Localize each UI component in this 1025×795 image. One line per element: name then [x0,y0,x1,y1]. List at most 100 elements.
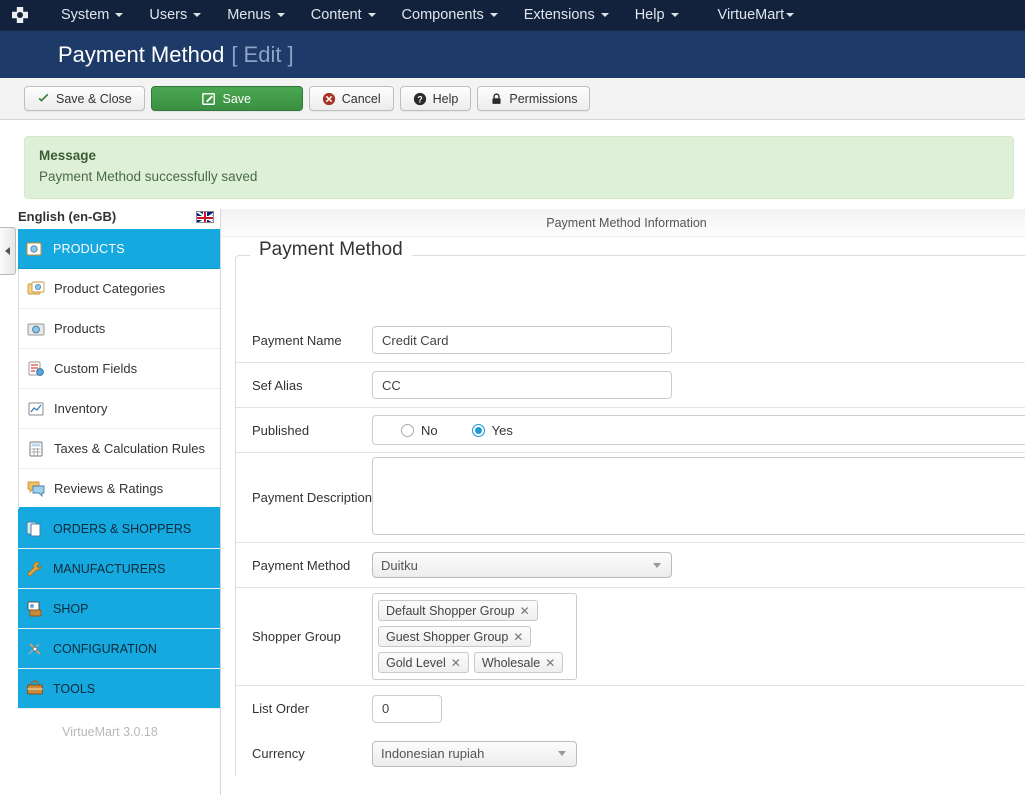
payment-method-select[interactable]: Duitku [372,552,672,578]
sidebar-item-taxes-calculation-rules[interactable]: Taxes & Calculation Rules [19,429,220,469]
nav-item-virtuemart[interactable]: VirtueMart [705,0,808,30]
alert-title: Message [39,148,97,163]
sidebar-item-custom-fields[interactable]: Custom Fields [19,349,220,389]
form-row-sef-alias: Sef Alias [236,363,1025,408]
sef-alias-label: Sef Alias [252,377,303,393]
nav-item-help[interactable]: Help [622,0,692,30]
sidebar-item-label: SHOP [53,601,89,616]
sidebar: English (en-GB) PRODUCTS Product Categor… [0,209,220,795]
nav-label: Help [634,7,665,23]
published-yes-label: Yes [491,422,513,438]
sidebar-item-shop[interactable]: SHOP [18,589,220,629]
shopper-group-tag[interactable]: Default Shopper Group ✕ [378,600,538,621]
sidebar-item-tools[interactable]: TOOLS [18,669,220,709]
chevron-down-icon [367,13,376,17]
sidebar-item-label: TOOLS [53,681,96,696]
close-x-icon[interactable]: ✕ [513,630,523,644]
permissions-label: Permissions [509,91,578,106]
form-row-payment-name: Payment Name [236,318,1025,363]
shopper-group-label: Shopper Group [252,629,341,644]
cancel-label: Cancel [341,91,381,106]
form-row-currency: Currency Indonesian rupiah [236,731,1025,776]
close-x-icon[interactable]: ✕ [545,656,555,670]
sidebar-item-label: Product Categories [54,281,166,296]
chevron-down-icon [600,13,609,17]
sidebar-item-products-header[interactable]: PRODUCTS [18,229,220,269]
sidebar-item-label: ORDERS & SHOPPERS [53,521,192,536]
sidebar-collapse-toggle[interactable] [0,227,16,275]
sef-alias-input[interactable] [372,371,672,399]
chevron-down-icon [653,562,661,568]
wrench-icon [27,561,42,576]
shopper-group-multiselect[interactable]: Default Shopper Group ✕ Guest Shopper Gr… [372,593,577,680]
payment-description-textarea[interactable] [372,457,1025,535]
lock-icon [490,92,503,106]
nav-item-extensions[interactable]: Extensions [511,0,622,30]
alert-message: Payment Method successfully saved [39,169,258,184]
permissions-button[interactable]: Permissions [477,86,591,111]
nav-item-system[interactable]: System [48,0,136,30]
nav-item-users[interactable]: Users [136,0,214,30]
top-navigation-bar: System Users Menus Content Components Ex… [0,0,1025,30]
virtuemart-version: VirtueMart 3.0.18 [62,725,158,739]
fieldset-spacer [236,256,1025,318]
close-x-icon[interactable]: ✕ [451,656,461,670]
sidebar-item-inventory[interactable]: Inventory [19,389,220,429]
orders-icon [26,521,41,536]
radio-dot [401,423,414,437]
currency-select[interactable]: Indonesian rupiah [372,740,577,767]
nav-label: Content [310,7,362,23]
form-row-shopper-group: Shopper Group Default Shopper Group ✕ Gu… [236,588,1025,686]
save-and-close-label: Save & Close [56,91,132,106]
calculator-icon [29,441,43,456]
nav-label: System [61,7,110,23]
uk-flag-icon [196,210,214,223]
sidebar-item-configuration[interactable]: CONFIGURATION [18,629,220,669]
chevron-left-icon [5,247,10,255]
nav-item-menus[interactable]: Menus [214,0,298,30]
sidebar-item-product-categories[interactable]: Product Categories [19,269,220,309]
close-x-icon[interactable]: ✕ [520,604,530,618]
nav-label: Components [401,7,484,23]
payment-method-value: Duitku [381,557,418,573]
page-title-mode: [ Edit ] [231,41,294,67]
sidebar-item-products[interactable]: Products [19,309,220,349]
payment-method-fieldset: Payment Method Payment Name Sef Alias Pu… [235,239,1025,776]
cancel-button[interactable]: Cancel [308,86,394,111]
shop-icon [27,601,42,616]
joomla-logo-icon[interactable] [10,5,30,25]
page-header-bar: Payment Method[ Edit ] [0,30,1025,78]
save-and-close-button[interactable]: Save & Close [24,86,145,111]
custom-fields-icon [28,361,44,376]
chevron-down-icon [489,13,498,17]
sidebar-item-label: Custom Fields [54,361,138,376]
success-alert: Message Payment Method successfully save… [24,136,1014,199]
radio-dot-selected [471,423,485,437]
sidebar-item-manufacturers[interactable]: MANUFACTURERS [18,549,220,589]
message-area: Message Payment Method successfully save… [0,120,1025,199]
sidebar-item-reviews-ratings[interactable]: Reviews & Ratings [19,469,220,509]
nav-label: VirtueMart [717,7,785,23]
save-button[interactable]: Save [150,86,303,111]
shopper-group-tag[interactable]: Wholesale ✕ [473,652,564,673]
help-button[interactable]: ? Help [399,86,472,111]
toolbar: Save & Close Save Cancel ? Help Permissi… [0,78,1025,120]
language-row: English (en-GB) [0,209,220,229]
shopper-group-tag[interactable]: Guest Shopper Group ✕ [378,626,532,647]
published-radio-yes[interactable]: Yes [471,422,513,438]
chevron-down-icon [558,751,566,756]
published-radio-group: No Yes [372,415,1025,445]
sidebar-item-label: Inventory [54,401,108,416]
page-title: Payment Method[ Edit ] [58,42,294,68]
nav-item-components[interactable]: Components [389,0,511,30]
sidebar-item-orders-shoppers[interactable]: ORDERS & SHOPPERS [18,509,220,549]
published-radio-no[interactable]: No [401,423,438,438]
payment-name-input[interactable] [372,326,672,354]
list-order-input[interactable] [372,694,442,723]
check-icon [37,92,50,105]
body-wrapper: English (en-GB) PRODUCTS Product Categor… [0,209,1025,795]
speech-bubble-icon [27,481,45,497]
currency-value: Indonesian rupiah [381,746,485,761]
shopper-group-tag[interactable]: Gold Level ✕ [378,652,469,673]
nav-item-content[interactable]: Content [298,0,389,30]
